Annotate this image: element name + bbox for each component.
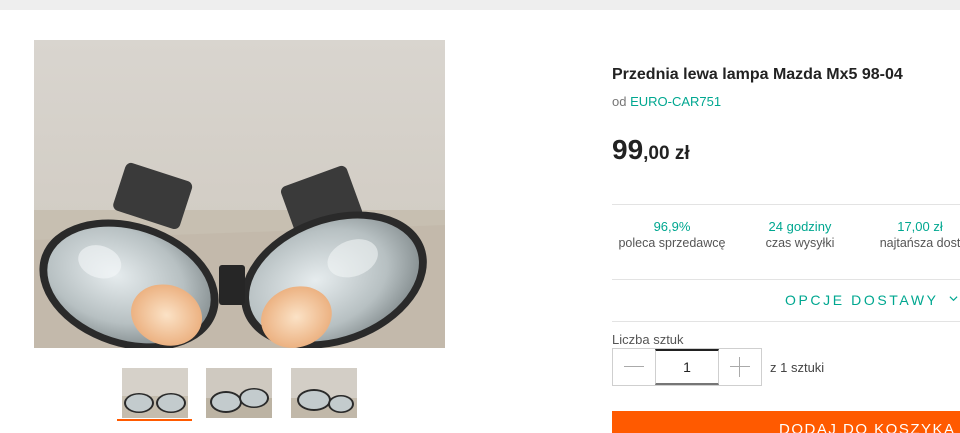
price: 99,00 zł [612,134,690,166]
stat-shipping-time: 24 godziny czas wysyłki [755,218,845,252]
seller-prefix: od [612,94,627,109]
price-integer: 99 [612,134,644,165]
seller-line: od EURO-CAR751 [612,94,721,109]
chevron-down-icon [949,296,958,302]
quantity-available: z 1 sztuki [770,360,825,375]
price-fraction: ,00 zł [643,143,690,164]
thumbnail-3[interactable] [291,368,357,418]
active-thumbnail-indicator [117,419,192,421]
add-to-cart-label: DODAJ DO KOSZYKA [779,421,956,433]
thumbnail-2[interactable] [206,368,272,418]
quantity-input[interactable] [655,349,719,385]
thumbnail-1[interactable] [122,368,188,418]
decrease-quantity-button[interactable] [613,349,655,385]
stat-recommend: 96,9% poleca sprzedawcę [612,218,732,252]
seller-link[interactable]: EURO-CAR751 [630,94,721,109]
stat-value: 96,9% [653,219,691,234]
product-title: Przednia lewa lampa Mazda Mx5 98-04 [612,66,903,83]
add-to-cart-button[interactable]: DODAJ DO KOSZYKA [612,411,960,433]
stat-label: najtańsza dost [879,236,960,250]
quantity-stepper [612,348,762,386]
divider [612,279,960,280]
main-product-image[interactable] [34,40,445,348]
stat-value: 17,00 zł [897,219,943,234]
divider [612,204,960,205]
stat-label: poleca sprzedawcę [618,236,726,250]
delivery-options-label: OPCJE DOSTAWY [785,292,939,308]
divider [612,321,960,322]
top-bar [0,0,960,10]
increase-quantity-button[interactable] [719,349,761,385]
stat-label: czas wysyłki [765,236,835,250]
quantity-label: Liczba sztuk [612,332,684,347]
delivery-options-toggle[interactable]: OPCJE DOSTAWY [785,292,958,308]
stat-value: 24 godziny [768,219,832,234]
stat-cheapest-delivery: 17,00 zł najtańsza dost [860,218,960,252]
